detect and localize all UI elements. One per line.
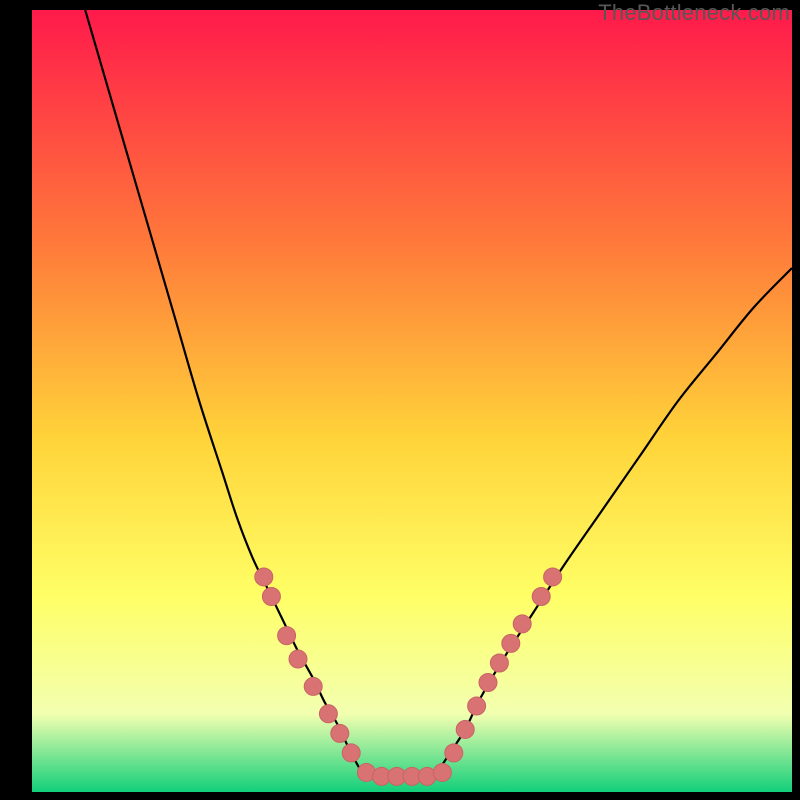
curve-marker-dot — [304, 677, 322, 695]
curve-marker-dot — [278, 627, 296, 645]
curve-marker-dot — [513, 615, 531, 633]
curve-marker-dot — [468, 697, 486, 715]
curve-marker-dot — [289, 650, 307, 668]
curve-marker-dot — [262, 588, 280, 606]
curve-marker-dot — [544, 568, 562, 586]
curve-marker-dot — [433, 763, 451, 781]
curve-marker-dot — [456, 720, 474, 738]
curve-marker-dot — [331, 724, 349, 742]
curve-marker-dot — [319, 705, 337, 723]
curve-marker-dot — [502, 634, 520, 652]
curve-marker-dot — [490, 654, 508, 672]
chart-frame — [32, 10, 792, 792]
curve-marker-dot — [255, 568, 273, 586]
curve-marker-dot — [532, 588, 550, 606]
watermark-text: TheBottleneck.com — [598, 0, 790, 26]
curve-marker-dot — [479, 674, 497, 692]
curve-marker-dot — [445, 744, 463, 762]
bottleneck-chart — [32, 10, 792, 792]
curve-marker-dot — [342, 744, 360, 762]
